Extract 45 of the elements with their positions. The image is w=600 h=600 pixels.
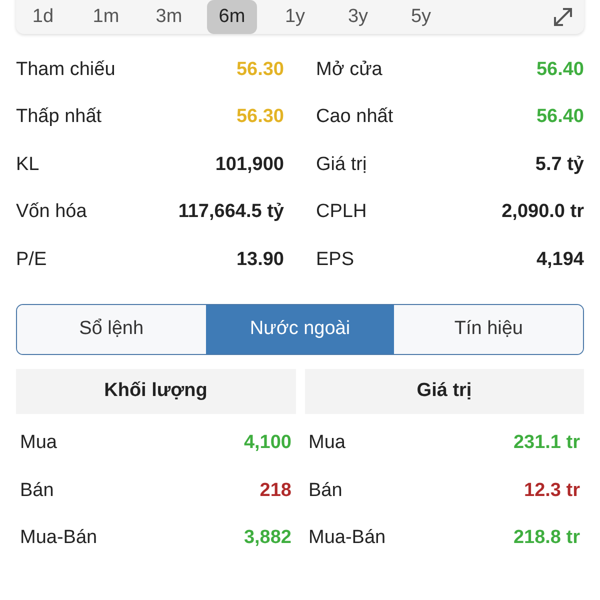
range-tab[interactable]: 6m [207, 0, 257, 34]
row-value: 218 [260, 480, 292, 502]
stat-label: Giá trị [316, 154, 367, 176]
row-label: Mua-Bán [20, 527, 98, 550]
row-label: Mua-Bán [308, 527, 386, 550]
stat-value: 2,090.0 tr [502, 201, 584, 224]
stat-label: P/E [16, 248, 47, 271]
stat-label: Vốn hóa [16, 201, 87, 224]
row-label: Bán [20, 480, 54, 502]
stat-value: 5.7 tỷ [535, 154, 584, 176]
row-value: 218.8 tr [513, 527, 580, 550]
column-header: Giá trị [304, 368, 584, 414]
row-label: Mua [308, 432, 346, 454]
tab[interactable]: Tín hiệu [394, 304, 583, 354]
stat-value: 56.30 [236, 58, 284, 81]
row-label: Bán [308, 480, 342, 502]
stat-label: CPLH [316, 201, 367, 224]
stat-label: KL [16, 154, 40, 176]
stat-value: 13.90 [236, 248, 284, 271]
row-value: 3,882 [244, 527, 292, 550]
stat-label: Tham chiếu [16, 58, 116, 81]
stat-label: EPS [316, 248, 354, 271]
range-tab[interactable]: 1m [81, 0, 131, 34]
column-header: Khối lượng [16, 368, 296, 414]
expand-icon[interactable] [552, 6, 574, 28]
row-label: Mua [20, 432, 57, 454]
row-value: 12.3 tr [524, 480, 580, 502]
tab[interactable]: Sổ lệnh [17, 304, 206, 354]
stat-value: 4,194 [536, 248, 584, 271]
range-tab[interactable]: 3m [144, 0, 194, 34]
row-value: 231.1 tr [513, 432, 580, 454]
row-value: 4,100 [244, 432, 292, 454]
tab[interactable]: Nước ngoài [206, 304, 394, 354]
stat-label: Thấp nhất [16, 106, 102, 128]
range-tab[interactable]: 1d [18, 0, 68, 34]
range-tab[interactable]: 3y [333, 0, 383, 34]
stat-value: 101,900 [215, 154, 284, 176]
stat-value: 117,664.5 tỷ [178, 201, 284, 224]
range-tab[interactable]: 5y [396, 0, 446, 34]
stat-label: Mở cửa [316, 58, 382, 81]
range-tab[interactable]: 1y [270, 0, 320, 34]
stat-label: Cao nhất [316, 106, 394, 128]
stat-value: 56.40 [536, 58, 584, 81]
stat-value: 56.40 [536, 106, 584, 128]
stat-value: 56.30 [236, 106, 284, 128]
